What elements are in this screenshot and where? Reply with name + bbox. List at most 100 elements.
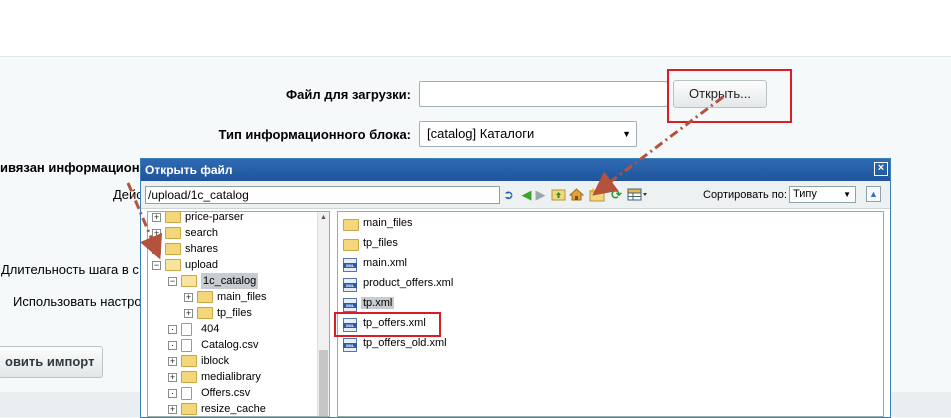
xml-badge: XML bbox=[343, 303, 357, 308]
file-item-label: tp_files bbox=[363, 237, 398, 249]
close-icon[interactable]: × bbox=[874, 162, 888, 176]
home-icon[interactable] bbox=[568, 187, 585, 202]
tree-item-offers-csv[interactable]: · Offers.csv bbox=[148, 385, 318, 401]
tree-item-upload[interactable]: − upload bbox=[148, 257, 318, 273]
folder-icon bbox=[165, 227, 181, 239]
file-item-label: tp.xml bbox=[361, 297, 395, 309]
chevron-down-icon: ▼ bbox=[843, 190, 851, 199]
file-icon bbox=[181, 387, 192, 400]
import-button[interactable]: овить импорт bbox=[0, 346, 103, 378]
file-upload-label: Файл для загрузки: bbox=[286, 87, 411, 102]
file-item-tp-files[interactable]: tp_files bbox=[342, 236, 542, 254]
leaf-node-icon: · bbox=[168, 325, 177, 334]
file-upload-field[interactable] bbox=[419, 81, 668, 107]
collapse-icon[interactable]: − bbox=[168, 277, 177, 286]
file-item-main-files[interactable]: main_files bbox=[342, 216, 542, 234]
tree-item-label: medialibrary bbox=[201, 371, 261, 383]
tree-item-iblock[interactable]: + iblock bbox=[148, 353, 318, 369]
file-item-product-offers-xml[interactable]: XML product_offers.xml bbox=[342, 276, 542, 294]
tree-item-medialibrary[interactable]: + medialibrary bbox=[148, 369, 318, 385]
refresh-icon[interactable]: ⟳ bbox=[609, 187, 624, 202]
tree-item-label: search bbox=[185, 227, 219, 239]
folder-icon bbox=[165, 259, 181, 271]
folder-tree: + price-parser + search + shares − upload −1c_ca… bbox=[147, 211, 330, 417]
dialog-title: Открыть файл bbox=[145, 163, 233, 177]
sort-select[interactable]: Типу ▼ bbox=[789, 186, 856, 203]
use-settings-label: Использовать настро bbox=[13, 294, 142, 309]
tree-item-label: 404 bbox=[201, 323, 220, 335]
expand-icon[interactable]: + bbox=[168, 405, 177, 414]
scroll-thumb[interactable] bbox=[319, 350, 328, 416]
tree-scrollbar[interactable]: ▲ bbox=[317, 212, 329, 416]
new-folder-icon[interactable] bbox=[589, 187, 605, 202]
expand-icon[interactable]: + bbox=[168, 373, 177, 382]
iblock-type-value: [catalog] Каталоги bbox=[427, 126, 535, 141]
sort-label: Сортировать по: bbox=[703, 189, 787, 201]
dialog-title-bar: Открыть файл × bbox=[141, 159, 890, 181]
file-item-label: main.xml bbox=[363, 257, 408, 269]
expand-icon[interactable]: + bbox=[152, 229, 161, 238]
tree-item-search[interactable]: + search bbox=[148, 225, 318, 241]
expand-icon[interactable]: + bbox=[184, 309, 193, 318]
expand-icon[interactable]: + bbox=[184, 293, 193, 302]
xml-badge: XML bbox=[343, 283, 357, 288]
folder-icon bbox=[343, 219, 359, 231]
tree-item-catalog-csv[interactable]: · Catalog.csv bbox=[148, 337, 318, 353]
tree-item-shares[interactable]: + shares bbox=[148, 241, 318, 257]
sort-order-icon[interactable]: ▲ bbox=[866, 186, 881, 202]
dialog-toolbar: /upload/1c_catalog ➲ ◀ ▶ ⟳ Сортировать п… bbox=[141, 181, 890, 209]
open-file-dialog: Открыть файл × /upload/1c_catalog ➲ ◀ ▶ … bbox=[140, 158, 891, 418]
tree-item-label: main_files bbox=[217, 291, 267, 303]
expand-icon[interactable]: + bbox=[168, 357, 177, 366]
expand-icon[interactable]: + bbox=[152, 245, 161, 254]
folder-icon bbox=[181, 403, 197, 415]
file-item-main-xml[interactable]: XML main.xml bbox=[342, 256, 542, 274]
action-label: Дейс bbox=[113, 187, 143, 202]
tree-item-resize-cache[interactable]: + resize_cache bbox=[148, 401, 318, 416]
xml-badge: XML bbox=[343, 343, 357, 348]
chevron-down-icon: ▼ bbox=[622, 129, 631, 139]
folder-icon bbox=[181, 355, 197, 367]
top-header-band bbox=[0, 0, 951, 57]
tree-item-1c-catalog[interactable]: − 1c_catalog bbox=[148, 273, 318, 289]
path-input[interactable]: /upload/1c_catalog bbox=[145, 186, 500, 204]
xml-file-icon: XML bbox=[343, 338, 357, 352]
tree-item-label: resize_cache bbox=[201, 403, 266, 415]
iblock-type-label: Тип информационного блока: bbox=[218, 127, 412, 142]
tree-item-label: upload bbox=[185, 259, 219, 271]
folder-icon bbox=[181, 371, 197, 383]
xml-file-icon: XML bbox=[343, 298, 357, 312]
tree-item-label: iblock bbox=[201, 355, 230, 367]
file-item-label: main_files bbox=[363, 217, 413, 229]
folder-icon bbox=[343, 239, 359, 251]
xml-file-icon: XML bbox=[343, 278, 357, 292]
file-icon bbox=[181, 339, 192, 352]
expand-icon[interactable]: + bbox=[152, 213, 161, 222]
scroll-up-icon[interactable]: ▲ bbox=[320, 214, 327, 221]
tree-item-label: 1c_catalog bbox=[201, 273, 259, 289]
xml-badge: XML bbox=[343, 263, 357, 268]
step-duration-label: Длительность шага в с bbox=[1, 262, 139, 277]
tree-item-label: shares bbox=[185, 243, 219, 255]
file-item-tp-offers-old-xml[interactable]: XML tp_offers_old.xml bbox=[342, 336, 542, 354]
up-folder-icon[interactable] bbox=[551, 187, 566, 202]
sort-value: Типу bbox=[793, 188, 817, 200]
collapse-icon[interactable]: − bbox=[152, 261, 161, 270]
leaf-node-icon: · bbox=[168, 389, 177, 398]
go-icon[interactable]: ➲ bbox=[501, 187, 516, 202]
tree-item-price-parser[interactable]: + price-parser bbox=[148, 211, 318, 225]
forward-icon[interactable]: ▶ bbox=[533, 187, 548, 202]
open-button-highlight bbox=[667, 69, 792, 123]
tree-item-label: price-parser bbox=[185, 211, 244, 223]
tree-item-404[interactable]: · 404 bbox=[148, 321, 318, 337]
tree-item-tp-files[interactable]: + tp_files bbox=[148, 305, 318, 321]
back-icon[interactable]: ◀ bbox=[519, 187, 534, 202]
tree-item-main-files[interactable]: + main_files bbox=[148, 289, 318, 305]
file-item-label: tp_offers_old.xml bbox=[363, 337, 447, 349]
view-icon[interactable] bbox=[627, 187, 649, 202]
iblock-type-select[interactable]: [catalog] Каталоги ▼ bbox=[419, 121, 637, 147]
leaf-node-icon: · bbox=[168, 341, 177, 350]
tree-item-label: Offers.csv bbox=[201, 387, 251, 399]
folder-icon bbox=[165, 243, 181, 255]
tree-item-label: Catalog.csv bbox=[201, 339, 259, 351]
